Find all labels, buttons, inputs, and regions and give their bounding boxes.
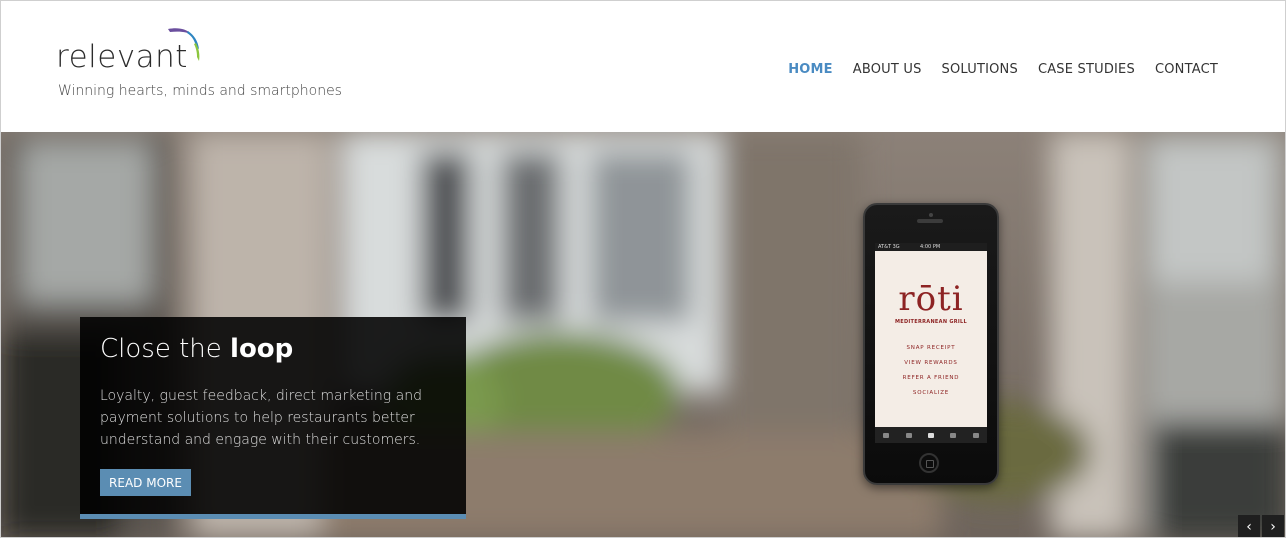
nav-about-us[interactable]: ABOUT US xyxy=(853,62,922,77)
roti-menu-item: SNAP RECEIPT xyxy=(906,345,956,351)
boomerang-logo-icon xyxy=(168,28,200,61)
phone-speaker xyxy=(917,219,943,223)
roti-menu-item: VIEW REWARDS xyxy=(904,360,958,366)
rewards-icon xyxy=(905,432,912,438)
roti-menu-item: SOCIALIZE xyxy=(912,390,950,396)
phone-tab-bar xyxy=(875,427,987,443)
chevron-left-icon: ‹ xyxy=(1246,519,1252,535)
camera-icon xyxy=(927,432,934,438)
roti-subtitle: MEDITERRANEAN GRILL xyxy=(894,319,968,325)
slide-title: Close the loop xyxy=(100,334,293,364)
info-icon xyxy=(972,432,979,438)
nav-case-studies[interactable]: CASE STUDIES xyxy=(1038,62,1135,77)
phone-status-bar: AT&T 3G 4:00 PM xyxy=(875,243,987,251)
roti-menu-item: REFER A FRIEND xyxy=(902,375,960,381)
hero-slider: Close the loop Loyalty, guest feedback, … xyxy=(1,132,1285,537)
social-icon xyxy=(950,432,957,438)
slide-title-bold: loop xyxy=(230,334,294,364)
phone-time: 4:00 PM xyxy=(920,244,941,250)
page: relevant Winning hearts, minds and smart… xyxy=(0,0,1286,538)
slide-description: Loyalty, guest feedback, direct marketin… xyxy=(100,388,422,448)
roti-menu: SNAP RECEIPT VIEW REWARDS REFER A FRIEND… xyxy=(875,341,987,401)
nav-solutions[interactable]: SOLUTIONS xyxy=(942,62,1018,77)
nav-contact[interactable]: CONTACT xyxy=(1155,62,1218,77)
phone-carrier: AT&T 3G xyxy=(878,244,900,250)
phone-screen: AT&T 3G 4:00 PM rōti MEDITERRANEAN GRILL… xyxy=(875,243,987,443)
tagline: Winning hearts, minds and smartphones xyxy=(58,83,342,99)
phone-camera xyxy=(929,213,933,217)
chevron-right-icon: › xyxy=(1270,519,1276,535)
home-icon xyxy=(883,432,890,438)
main-nav: HOME ABOUT US SOLUTIONS CASE STUDIES CON… xyxy=(788,62,1218,77)
nav-home[interactable]: HOME xyxy=(788,62,833,77)
phone-mockup-image: AT&T 3G 4:00 PM rōti MEDITERRANEAN GRILL… xyxy=(863,203,999,485)
phone-home-button xyxy=(919,453,939,473)
slide-title-prefix: Close the xyxy=(100,334,222,364)
logo[interactable]: relevant xyxy=(56,27,216,77)
roti-logo: rōti xyxy=(898,279,964,319)
slider-next-button[interactable]: › xyxy=(1262,515,1284,537)
slide-caption: Close the loop Loyalty, guest feedback, … xyxy=(80,317,466,519)
slider-prev-button[interactable]: ‹ xyxy=(1238,515,1260,537)
read-more-button[interactable]: READ MORE xyxy=(100,469,191,496)
site-header: relevant Winning hearts, minds and smart… xyxy=(1,1,1285,131)
